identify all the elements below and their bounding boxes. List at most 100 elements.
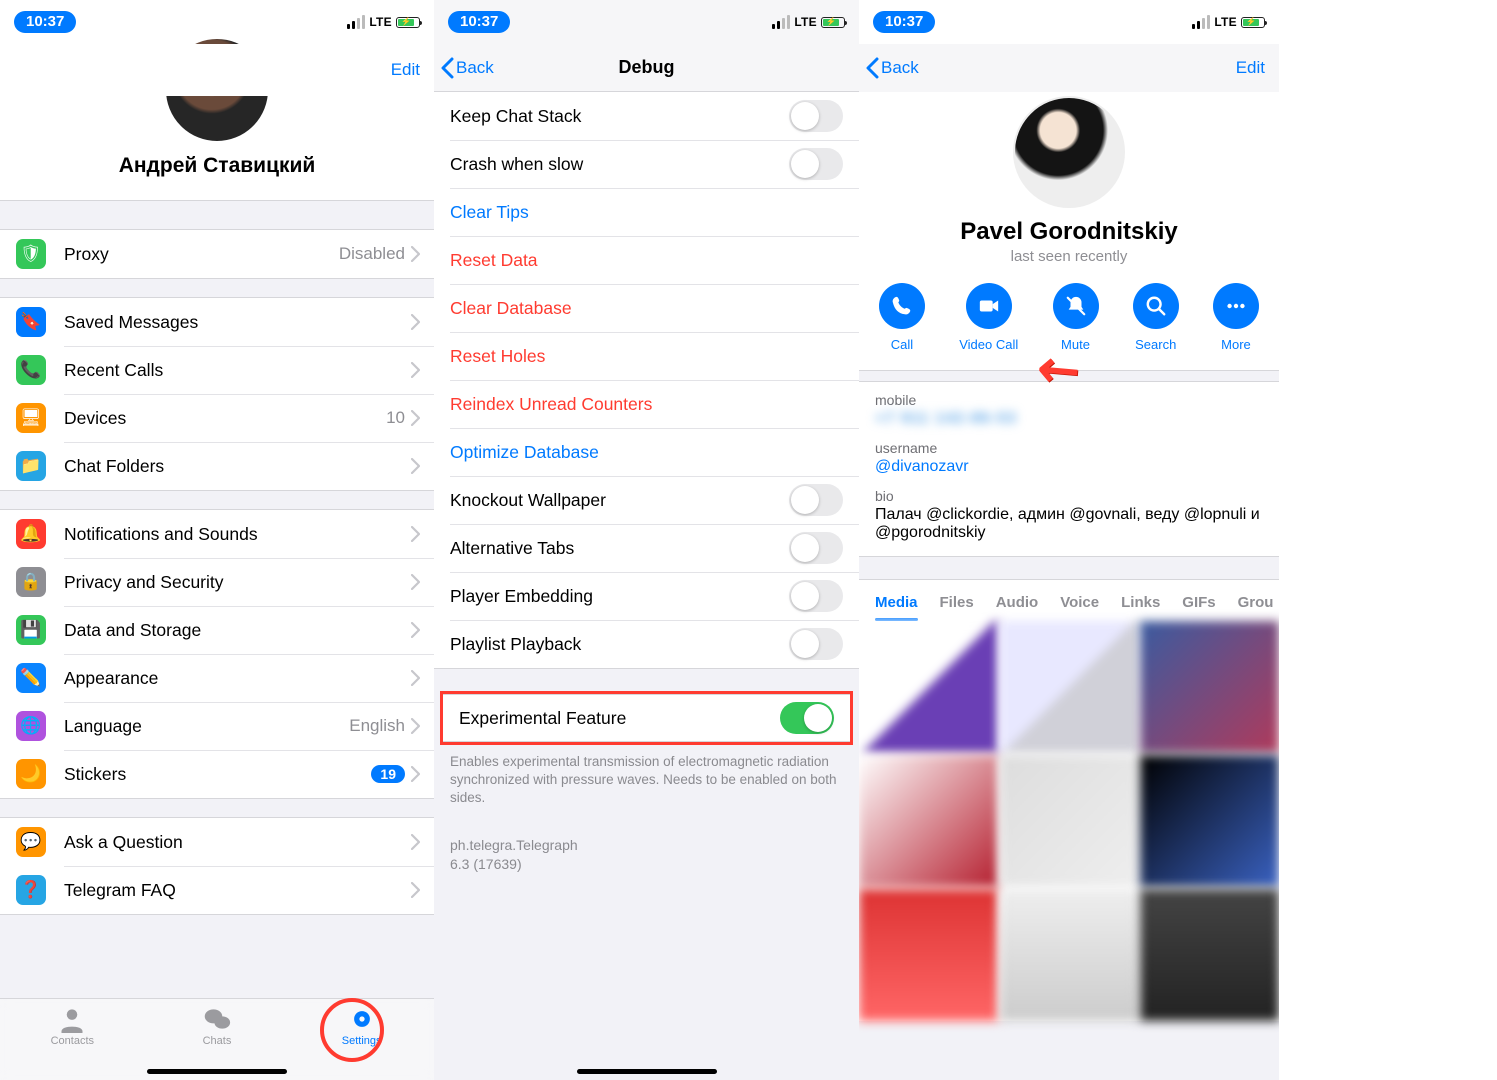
toggle-switch[interactable] bbox=[789, 484, 843, 516]
media-tab-media[interactable]: Media bbox=[875, 594, 918, 611]
username-value[interactable]: @divanozavr bbox=[875, 458, 1263, 476]
tab-contacts[interactable]: Contacts bbox=[32, 1005, 112, 1047]
row-label: Privacy and Security bbox=[64, 572, 411, 593]
settings-row[interactable]: 🛡ProxyDisabled bbox=[0, 230, 434, 278]
toggle-switch[interactable] bbox=[789, 532, 843, 564]
toggle-switch[interactable] bbox=[789, 148, 843, 180]
app-id: ph.telegra.Telegraph bbox=[450, 836, 843, 855]
row-icon: 🖥 bbox=[16, 403, 46, 433]
back-button[interactable]: Back bbox=[440, 44, 494, 91]
contact-info-block: mobile +7 911 142-86-53 username @divano… bbox=[859, 381, 1279, 557]
action-video-call[interactable]: Video Call bbox=[959, 283, 1018, 352]
debug-row[interactable]: Reset Data bbox=[434, 236, 859, 284]
media-thumbnail[interactable] bbox=[1000, 755, 1139, 887]
tab-label: Contacts bbox=[51, 1035, 94, 1047]
page-title: Debug bbox=[619, 57, 675, 78]
debug-row[interactable]: Reset Holes bbox=[434, 332, 859, 380]
settings-row[interactable]: 💬Ask a Question bbox=[0, 818, 434, 866]
debug-row[interactable]: Clear Database bbox=[434, 284, 859, 332]
avatar[interactable] bbox=[1013, 96, 1125, 208]
edit-button[interactable]: Edit bbox=[1236, 44, 1265, 92]
tab-chats[interactable]: Chats bbox=[177, 1005, 257, 1047]
debug-row[interactable]: Reindex Unread Counters bbox=[434, 380, 859, 428]
row-icon: ✏️ bbox=[16, 663, 46, 693]
gear-icon bbox=[347, 1005, 377, 1033]
chevron-left-icon bbox=[440, 57, 454, 79]
signal-bars-icon bbox=[772, 15, 790, 29]
row-label: Knockout Wallpaper bbox=[450, 490, 789, 511]
row-badge: 19 bbox=[371, 765, 405, 783]
back-button[interactable]: Back bbox=[865, 44, 919, 92]
row-label: Clear Database bbox=[450, 298, 843, 319]
debug-row[interactable]: Playlist Playback bbox=[434, 620, 859, 668]
debug-row[interactable]: Keep Chat Stack bbox=[434, 92, 859, 140]
debug-row[interactable]: Optimize Database bbox=[434, 428, 859, 476]
media-thumbnail[interactable] bbox=[859, 621, 998, 753]
toggle-switch[interactable] bbox=[789, 628, 843, 660]
row-value: Disabled bbox=[339, 244, 405, 264]
debug-row[interactable]: Player Embedding bbox=[434, 572, 859, 620]
app-meta: ph.telegra.Telegraph 6.3 (17639) bbox=[434, 808, 859, 874]
media-thumbnail[interactable] bbox=[1140, 755, 1279, 887]
debug-row[interactable]: Alternative Tabs bbox=[434, 524, 859, 572]
settings-row[interactable]: 📁Chat Folders bbox=[0, 442, 434, 490]
mobile-value[interactable]: +7 911 142-86-53 bbox=[875, 410, 1263, 428]
status-time: 10:37 bbox=[448, 11, 510, 33]
row-icon: 📞 bbox=[16, 355, 46, 385]
media-tab-grou[interactable]: Grou bbox=[1238, 594, 1274, 611]
action-label: Video Call bbox=[959, 337, 1018, 352]
settings-row[interactable]: ❓Telegram FAQ bbox=[0, 866, 434, 914]
settings-row[interactable]: 💾Data and Storage bbox=[0, 606, 434, 654]
row-label: Proxy bbox=[64, 244, 339, 265]
row-icon: 💾 bbox=[16, 615, 46, 645]
action-search[interactable]: Search bbox=[1133, 283, 1179, 352]
debug-row[interactable]: Crash when slow bbox=[434, 140, 859, 188]
media-thumbnail[interactable] bbox=[1140, 889, 1279, 1021]
settings-row[interactable]: 🔖Saved Messages bbox=[0, 298, 434, 346]
profile-name: Андрей Ставицкий bbox=[0, 154, 434, 178]
settings-row[interactable]: 🖥Devices10 bbox=[0, 394, 434, 442]
settings-row[interactable]: 🌙Stickers19 bbox=[0, 750, 434, 798]
chats-icon bbox=[202, 1005, 232, 1033]
row-value: English bbox=[349, 716, 405, 736]
media-tab-links[interactable]: Links bbox=[1121, 594, 1160, 611]
nav-header: Back Debug bbox=[434, 44, 859, 92]
action-label: Call bbox=[891, 337, 913, 352]
action-call[interactable]: Call bbox=[879, 283, 925, 352]
home-indicator[interactable] bbox=[147, 1069, 287, 1074]
tab-label: Chats bbox=[203, 1035, 232, 1047]
media-thumbnail[interactable] bbox=[1140, 621, 1279, 753]
settings-row[interactable]: 🔒Privacy and Security bbox=[0, 558, 434, 606]
action-label: Search bbox=[1135, 337, 1176, 352]
edit-button[interactable]: Edit bbox=[391, 44, 420, 96]
tab-label: Settings bbox=[342, 1035, 382, 1047]
tab-settings[interactable]: Settings bbox=[322, 1005, 402, 1047]
network-label: LTE bbox=[369, 15, 392, 29]
media-thumbnail[interactable] bbox=[859, 889, 998, 1021]
settings-row[interactable]: 🌐LanguageEnglish bbox=[0, 702, 434, 750]
toggle-switch[interactable] bbox=[780, 702, 834, 734]
media-tab-files[interactable]: Files bbox=[940, 594, 974, 611]
settings-row[interactable]: 📞Recent Calls bbox=[0, 346, 434, 394]
settings-row[interactable]: ✏️Appearance bbox=[0, 654, 434, 702]
action-more[interactable]: More bbox=[1213, 283, 1259, 352]
media-tab-audio[interactable]: Audio bbox=[996, 594, 1039, 611]
tab-bar: Contacts Chats Settings bbox=[0, 998, 434, 1080]
row-label: Chat Folders bbox=[64, 456, 411, 477]
media-thumbnail[interactable] bbox=[859, 755, 998, 887]
debug-row[interactable]: Knockout Wallpaper bbox=[434, 476, 859, 524]
settings-row[interactable]: 🔔Notifications and Sounds bbox=[0, 510, 434, 558]
experimental-feature-row[interactable]: Experimental Feature bbox=[443, 694, 850, 742]
media-tab-gifs[interactable]: GIFs bbox=[1182, 594, 1215, 611]
screen-settings: 10:37 LTE ⚡ Edit Андрей Ставицкий 🛡Proxy… bbox=[0, 0, 434, 1080]
media-thumbnail[interactable] bbox=[1000, 621, 1139, 753]
debug-row[interactable]: Clear Tips bbox=[434, 188, 859, 236]
home-indicator[interactable] bbox=[577, 1069, 717, 1074]
toggle-switch[interactable] bbox=[789, 100, 843, 132]
media-tab-voice[interactable]: Voice bbox=[1060, 594, 1099, 611]
mute-icon bbox=[1053, 283, 1099, 329]
bio-value: Палач @clickordie, админ @govnali, веду … bbox=[875, 506, 1263, 542]
media-thumbnail[interactable] bbox=[1000, 889, 1139, 1021]
row-icon: 🔖 bbox=[16, 307, 46, 337]
toggle-switch[interactable] bbox=[789, 580, 843, 612]
